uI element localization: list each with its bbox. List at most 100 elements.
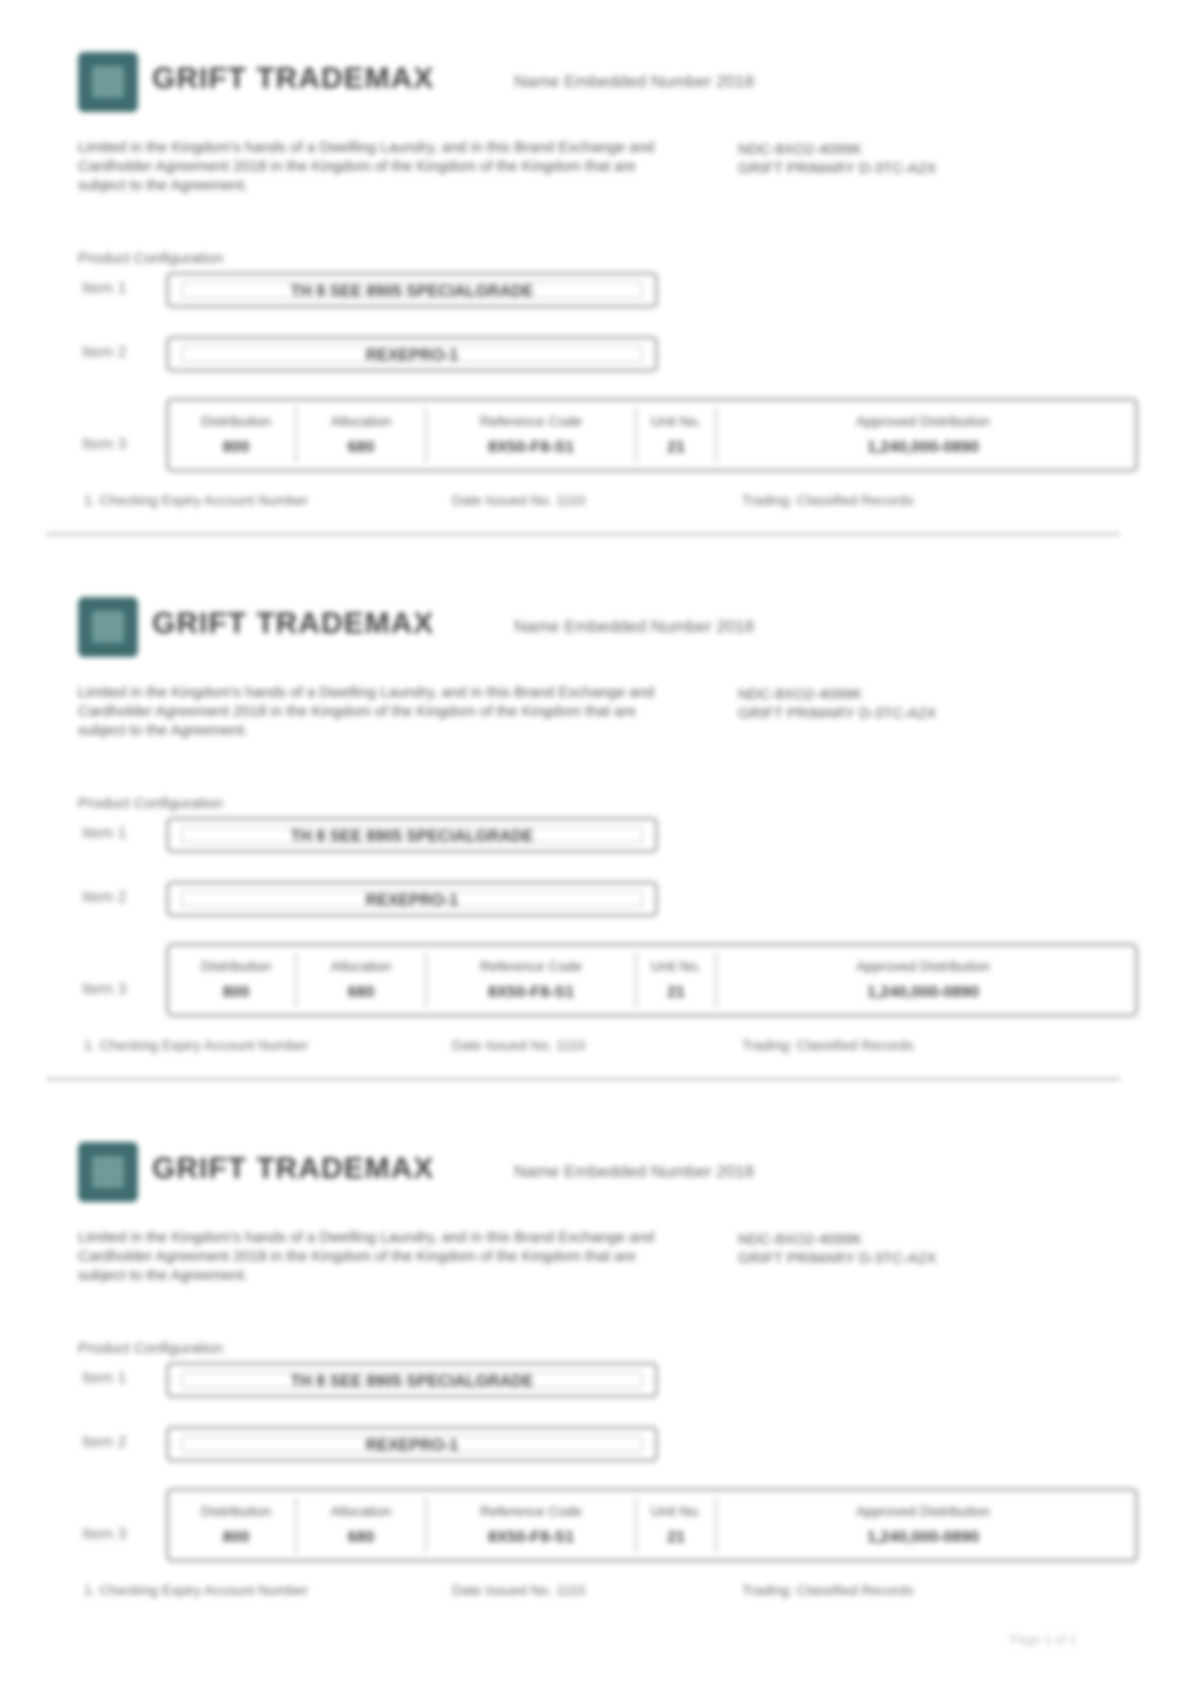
grid-cell: Reference Code 8X50-F8-S1 (427, 407, 637, 463)
ticket-section-3: GRIFT TRADEMAX Name Embedded Number 2018… (0, 1090, 1191, 1630)
info-line: NDC-8XO2-4099K (738, 1231, 863, 1248)
info-line: GRIFT PRIMARY D-3TC-A2X (738, 1250, 937, 1267)
header-reference: Name Embedded Number 2018 (514, 1162, 755, 1181)
row-label: Item 2 (82, 344, 127, 361)
footer-note: 1. Checking Expiry Account Number (84, 1582, 309, 1598)
logo-mark (92, 66, 124, 98)
footer-note: Date Issued No. 1110 (452, 492, 586, 508)
cell-head: Reference Code (480, 413, 582, 429)
info-line: GRIFT PRIMARY D-3TC-A2X (738, 160, 937, 177)
field-row-2: REXEPRO-1 (166, 1426, 658, 1462)
cell-value: 800 (222, 1529, 250, 1546)
grid-cell: Allocation 680 (297, 952, 427, 1008)
ticket-section-1: GRIFT TRADEMAX Name Embedded Number 2018… (0, 0, 1191, 540)
row-label: Item 1 (82, 825, 127, 842)
ticket-section-2: GRIFT TRADEMAX Name Embedded Number 2018… (0, 545, 1191, 1085)
cell-value: 680 (347, 1529, 375, 1546)
cell-head: Unit No. (650, 413, 702, 429)
footer-note: Date Issued No. 1110 (452, 1037, 586, 1053)
grid-cell: Distribution 800 (177, 1497, 297, 1553)
cell-head: Distribution (200, 958, 272, 974)
grid-cell: Allocation 680 (297, 1497, 427, 1553)
cell-value: 1,240,000-0890 (866, 1529, 980, 1546)
grid-cell: Reference Code 8X50-F8-S1 (427, 952, 637, 1008)
footer-note: Date Issued No. 1110 (452, 1582, 586, 1598)
row-label: Item 2 (82, 1434, 127, 1451)
logo-mark (92, 611, 124, 643)
cell-head: Allocation (330, 958, 392, 974)
cut-line (46, 533, 1120, 535)
logo (78, 1142, 138, 1202)
cell-value: 8X50-F8-S1 (487, 984, 575, 1001)
cell-value: 680 (347, 984, 375, 1001)
footer-note: 1. Checking Expiry Account Number (84, 492, 309, 508)
cell-value: 800 (222, 984, 250, 1001)
grid-cell: Approved Distribution 1,240,000-0890 (717, 1497, 1129, 1553)
cell-head: Approved Distribution (856, 413, 990, 429)
cell-value: 1,240,000-0890 (866, 439, 980, 456)
field-value: TH 8 SEE 8905 SPECIALGRADE (181, 1371, 643, 1390)
right-info: NDC-8XO2-4099K GRIFT PRIMARY D-3TC-A2X (738, 140, 978, 178)
cell-value: 21 (667, 984, 685, 1001)
grid-cell: Unit No. 21 (637, 407, 717, 463)
logo (78, 52, 138, 112)
footer-note: Trading: Classified Records (742, 1582, 914, 1598)
cell-head: Allocation (330, 413, 392, 429)
grid-cell: Distribution 800 (177, 952, 297, 1008)
description-text: Limited in the Kingdom's hands of a Dwel… (78, 1229, 655, 1284)
field-row-2: REXEPRO-1 (166, 881, 658, 917)
header-reference: Name Embedded Number 2018 (514, 617, 755, 636)
cell-value: 1,240,000-0890 (866, 984, 980, 1001)
field-value: REXEPRO-1 (181, 1435, 643, 1454)
cell-value: 21 (667, 1529, 685, 1546)
grid-cell: Approved Distribution 1,240,000-0890 (717, 407, 1129, 463)
document-page: GRIFT TRADEMAX Name Embedded Number 2018… (0, 0, 1191, 1684)
grid-cell: Reference Code 8X50-F8-S1 (427, 1497, 637, 1553)
grid-cell: Allocation 680 (297, 407, 427, 463)
cell-head: Approved Distribution (856, 958, 990, 974)
brand-name: GRIFT TRADEMAX (152, 1152, 435, 1185)
field-row-1: TH 8 SEE 8905 SPECIALGRADE (166, 817, 658, 853)
footer-note: Trading: Classified Records (742, 1037, 914, 1053)
cell-head: Approved Distribution (856, 1503, 990, 1519)
cell-head: Distribution (200, 413, 272, 429)
section-label: Product Configuration (78, 795, 224, 812)
footer-note: Trading: Classified Records (742, 492, 914, 508)
field-row-1: TH 8 SEE 8905 SPECIALGRADE (166, 272, 658, 308)
grid-cell: Unit No. 21 (637, 1497, 717, 1553)
section-label: Product Configuration (78, 1340, 224, 1357)
field-row-1: TH 8 SEE 8905 SPECIALGRADE (166, 1362, 658, 1398)
field-value: REXEPRO-1 (181, 345, 643, 364)
cell-value: 21 (667, 439, 685, 456)
footer-note: 1. Checking Expiry Account Number (84, 1037, 309, 1053)
cell-head: Distribution (200, 1503, 272, 1519)
info-line: GRIFT PRIMARY D-3TC-A2X (738, 705, 937, 722)
row-label: Item 3 (82, 436, 127, 453)
brand-name: GRIFT TRADEMAX (152, 62, 435, 95)
right-info: NDC-8XO2-4099K GRIFT PRIMARY D-3TC-A2X (738, 685, 978, 723)
grid-cell: Approved Distribution 1,240,000-0890 (717, 952, 1129, 1008)
cut-line (46, 1078, 1120, 1080)
description-text: Limited in the Kingdom's hands of a Dwel… (78, 684, 655, 739)
cell-value: 680 (347, 439, 375, 456)
row-label: Item 3 (82, 981, 127, 998)
grid-cell: Distribution 800 (177, 407, 297, 463)
field-value: REXEPRO-1 (181, 890, 643, 909)
row-label: Item 2 (82, 889, 127, 906)
detail-grid: Distribution 800 Allocation 680 Referenc… (166, 398, 1138, 472)
logo (78, 597, 138, 657)
page-number: Page 1 of 1 (1010, 1632, 1077, 1647)
cell-head: Unit No. (650, 958, 702, 974)
brand-name: GRIFT TRADEMAX (152, 607, 435, 640)
cell-head: Unit No. (650, 1503, 702, 1519)
info-line: NDC-8XO2-4099K (738, 686, 863, 703)
grid-cell: Unit No. 21 (637, 952, 717, 1008)
right-info: NDC-8XO2-4099K GRIFT PRIMARY D-3TC-A2X (738, 1230, 978, 1268)
field-value: TH 8 SEE 8905 SPECIALGRADE (181, 281, 643, 300)
description-text: Limited in the Kingdom's hands of a Dwel… (78, 139, 655, 194)
logo-mark (92, 1156, 124, 1188)
detail-grid: Distribution 800 Allocation 680 Referenc… (166, 943, 1138, 1017)
detail-grid: Distribution 800 Allocation 680 Referenc… (166, 1488, 1138, 1562)
header-reference: Name Embedded Number 2018 (514, 72, 755, 91)
cell-value: 8X50-F8-S1 (487, 1529, 575, 1546)
